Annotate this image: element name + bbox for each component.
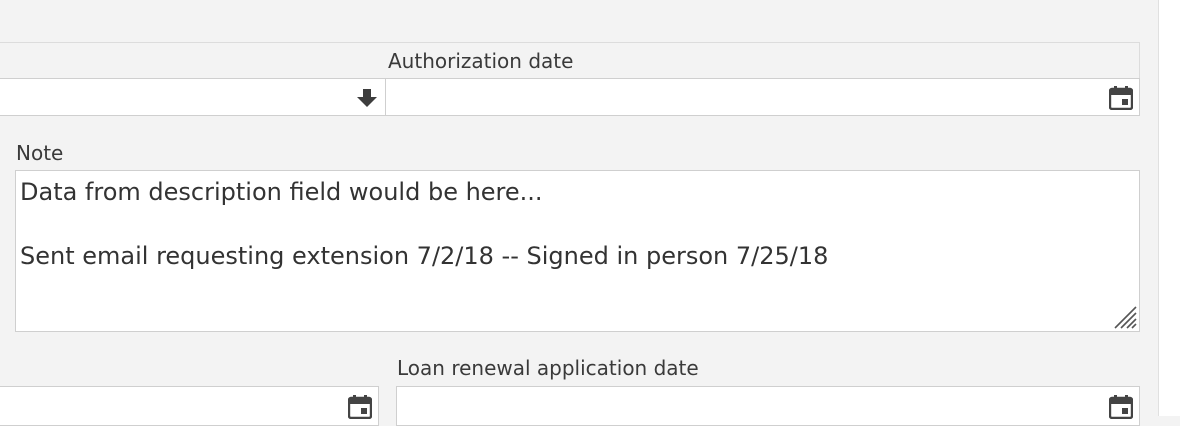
note-label: Note — [16, 141, 64, 165]
date-input[interactable] — [0, 386, 379, 426]
resize-handle-icon[interactable] — [1113, 305, 1137, 329]
authorization-date-label: Authorization date — [388, 49, 574, 73]
form-panel: Authorization date Note Data from descri… — [0, 0, 1158, 426]
calendar-icon[interactable] — [348, 395, 372, 419]
note-text-line[interactable]: Sent email requesting extension 7/2/18 -… — [20, 241, 828, 271]
note-text-line[interactable]: Data from description field would be her… — [20, 177, 543, 207]
loan-renewal-date-label: Loan renewal application date — [397, 356, 699, 380]
authorization-date-input[interactable] — [385, 78, 1140, 116]
note-textarea[interactable]: Data from description field would be her… — [15, 170, 1140, 332]
calendar-icon[interactable] — [1109, 86, 1133, 110]
arrow-down-icon[interactable] — [357, 88, 377, 108]
scrollbar-gutter[interactable] — [1158, 0, 1180, 416]
loan-renewal-date-input[interactable] — [396, 386, 1140, 426]
status-select[interactable] — [0, 78, 386, 116]
calendar-icon[interactable] — [1109, 395, 1133, 419]
